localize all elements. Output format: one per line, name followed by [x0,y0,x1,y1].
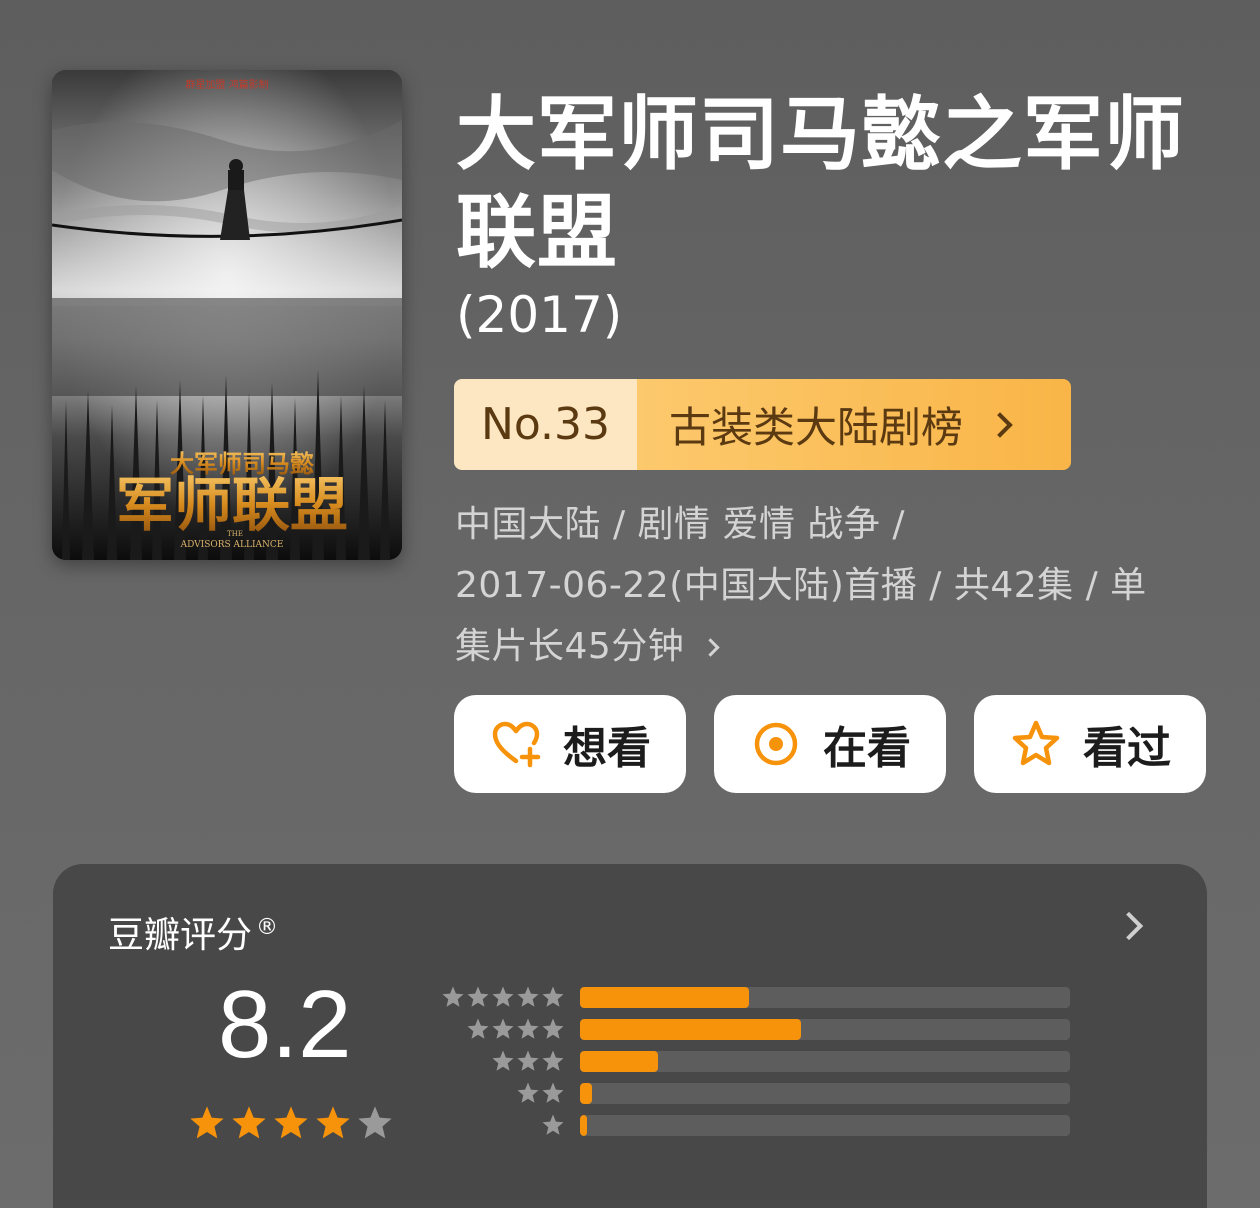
distribution-bar-track [580,1114,1070,1136]
star-grey-icon [542,1050,564,1071]
distribution-stars [439,1113,565,1137]
rating-distribution-row [439,981,1070,1013]
poster-top-text: 群星加盟 鸿篇影制 [185,78,268,91]
heart-plus-icon [492,721,541,768]
distribution-bar-fill [580,1114,588,1136]
poster-artwork: 群星加盟 鸿篇影制 大军师司马懿 军师联盟 THE ADVISORS ALLIA… [52,70,402,560]
rating-distribution [439,981,1070,1141]
rating-distribution-row [439,1013,1070,1045]
poster-title-big: 军师联盟 [116,471,348,539]
meta-line-2: 2017-06-22(中国大陆)首播 / 共42集 / 单 [455,565,1147,606]
score-stars [188,1104,394,1142]
star-filled-icon [190,1106,224,1139]
distribution-bar-track [580,986,1070,1008]
star-grey-icon [517,1082,539,1103]
distribution-stars [439,1017,565,1041]
release-year: (2017) [456,286,623,344]
star-grey-icon [492,986,514,1007]
distribution-bar-fill [580,1050,659,1072]
star-grey-icon [542,986,564,1007]
star-filled-icon [274,1106,308,1139]
star-filled-icon [316,1106,350,1139]
watched-label: 看过 [1083,723,1171,774]
meta-line-3-wrap: 集片长45分钟 [455,616,1195,677]
ranking-list: 古装类大陆剧榜 [637,379,1071,470]
want-to-watch-button[interactable]: 想看 [454,695,686,793]
star-grey-icon [542,1018,564,1039]
distribution-bar-fill [580,986,750,1008]
rating-label-text: 豆瓣评分 [108,915,253,956]
watching-label: 在看 [823,723,911,774]
distribution-bar-track [580,1050,1070,1072]
action-buttons: 想看 在看 看过 [454,695,1206,793]
poster-subtitle-en: ADVISORS ALLIANCE [180,540,284,550]
star-grey-icon [442,986,464,1007]
distribution-stars [439,985,565,1009]
star-grey-icon [517,986,539,1007]
star-grey-icon [467,986,489,1007]
ranking-number: No.33 [454,379,637,470]
rating-label: 豆瓣评分 ® [108,906,278,958]
rating-distribution-row [439,1109,1070,1141]
star-grey-icon [542,1114,564,1135]
distribution-bar-fill [580,1018,801,1040]
rating-distribution-row [439,1077,1070,1109]
target-circle-icon [754,722,798,766]
meta-info[interactable]: 中国大陆 / 剧情 爱情 战争 / 2017-06-22(中国大陆)首播 / 共… [455,494,1195,677]
star-grey-icon [517,1018,539,1039]
star-filled-icon [232,1106,266,1139]
poster-subtitle-the: THE [227,530,243,538]
rating-distribution-row [439,1045,1070,1077]
distribution-stars [439,1049,565,1073]
rating-score: 8.2 [218,971,352,1078]
star-empty-icon [358,1106,392,1139]
chevron-right-icon [701,638,721,657]
star-grey-icon [492,1018,514,1039]
registered-mark: ® [256,915,279,940]
watched-button[interactable]: 看过 [974,695,1206,793]
want-to-watch-label: 想看 [563,723,651,774]
star-outline-icon [1012,720,1060,766]
page-title: 大军师司马懿之军师 联盟 [456,88,1185,279]
meta-line-1: 中国大陆 / 剧情 爱情 战争 / [455,504,905,545]
star-grey-icon [517,1050,539,1071]
rating-card[interactable]: 豆瓣评分 ® 8.2 [53,864,1207,1208]
watching-button[interactable]: 在看 [714,695,946,793]
chevron-right-icon[interactable] [1114,911,1144,941]
meta-line-3: 集片长45分钟 [455,626,685,667]
distribution-bar-track [580,1018,1070,1040]
distribution-bar-track [580,1082,1070,1104]
star-grey-icon [542,1082,564,1103]
distribution-bar-fill [580,1082,593,1104]
poster-image[interactable]: 群星加盟 鸿篇影制 大军师司马懿 军师联盟 THE ADVISORS ALLIA… [52,70,402,560]
distribution-stars [439,1081,565,1105]
ranking-badge[interactable]: No.33 古装类大陆剧榜 [454,379,1071,470]
star-grey-icon [492,1050,514,1071]
ranking-list-name: 古装类大陆剧榜 [669,403,964,452]
chevron-right-icon [987,411,1013,438]
star-grey-icon [467,1018,489,1039]
